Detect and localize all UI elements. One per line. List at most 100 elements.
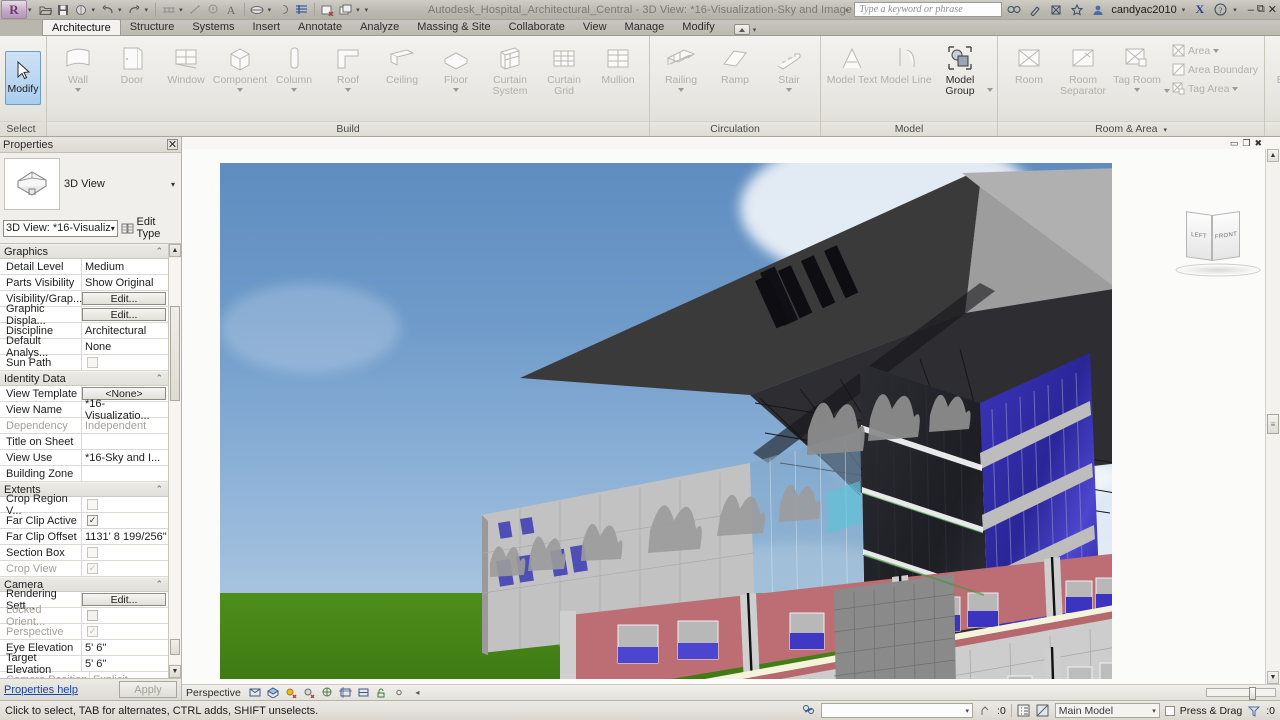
detail-level-icon[interactable] [249, 686, 262, 699]
tab-systems[interactable]: Systems [183, 19, 243, 35]
property-value[interactable]: Medium [82, 259, 168, 274]
column-dropdown-caret-icon[interactable] [291, 88, 297, 92]
measure-icon[interactable] [160, 1, 177, 18]
reveal-hidden-elements-icon[interactable]: ◂ [411, 686, 424, 699]
property-row-title-on-sheet[interactable]: Title on Sheet [0, 434, 168, 450]
editable-only-icon[interactable] [978, 704, 992, 718]
tab-structure[interactable]: Structure [121, 19, 184, 35]
model-line-button[interactable]: Model Line [879, 39, 933, 86]
properties-help-link[interactable]: Properties help [4, 684, 78, 696]
text-icon[interactable]: A [223, 1, 240, 18]
wall-dropdown-caret-icon[interactable] [75, 88, 81, 92]
restore-window-button[interactable]: ⧉ [1257, 3, 1265, 16]
view-cube[interactable]: LEFT FRONT [1172, 197, 1262, 283]
ribbon-minimize-caret-icon[interactable]: ▾ [753, 26, 757, 34]
visibility-graphics-edit-button[interactable]: Edit... [82, 292, 166, 305]
property-row-far-clip-offset[interactable]: Far Clip Offset 1131' 8 199/256" [0, 529, 168, 545]
restore-view-icon[interactable]: ❐ [1242, 138, 1250, 148]
help-menu-caret-icon[interactable]: ▾ [1233, 6, 1237, 14]
3d-view-dropdown-caret-icon[interactable]: ▾ [268, 6, 272, 14]
property-row-crop-region-visible[interactable]: Crop Region V... [0, 493, 168, 517]
model-group-dropdown-caret-icon[interactable] [987, 88, 993, 92]
scroll-down-icon[interactable]: ▼ [169, 665, 181, 678]
properties-scrollbar[interactable]: ▲ ▼ [168, 244, 181, 678]
tag-room-button[interactable]: Tag Room [1110, 39, 1164, 92]
model-group-button[interactable]: Model Group [933, 39, 987, 97]
sun-path-checkbox[interactable] [87, 357, 98, 368]
panel-label-room-and-area[interactable]: Room & Area ▾ [998, 121, 1265, 136]
user-menu-caret-icon[interactable]: ▾ [1182, 6, 1186, 14]
tab-massing-and-site[interactable]: Massing & Site [408, 19, 499, 35]
rendering-dialog-icon[interactable] [321, 686, 334, 699]
property-value[interactable]: None [82, 339, 168, 354]
ramp-button[interactable]: Ramp [708, 39, 762, 86]
mullion-button[interactable]: Mullion [591, 39, 645, 86]
view-canvas[interactable]: LEFT FRONT ▲ ≡ ▼ [182, 149, 1280, 684]
column-button[interactable]: Column [267, 39, 321, 92]
tag-icon[interactable] [205, 1, 222, 18]
graphic-display-edit-button[interactable]: Edit... [82, 308, 166, 321]
user-name[interactable]: candyac2010 [1109, 4, 1178, 16]
component-dropdown-caret-icon[interactable] [237, 88, 243, 92]
switch-windows-icon[interactable] [337, 1, 354, 18]
user-avatar-icon[interactable] [1088, 1, 1107, 18]
thin-lines-icon[interactable] [293, 1, 310, 18]
stair-button[interactable]: Stair [762, 39, 816, 92]
collapse-icon[interactable]: ⌃ [155, 579, 168, 590]
property-row-target-elevation[interactable]: Target Elevation 5' 6" [0, 652, 168, 676]
by-face-button[interactable]: By Face [1269, 39, 1280, 86]
curtain-grid-button[interactable]: Curtain Grid [537, 39, 591, 97]
save-icon[interactable] [55, 1, 72, 18]
properties-type-selector[interactable]: 3D View ▾ [0, 153, 181, 215]
roof-dropdown-caret-icon[interactable] [345, 88, 351, 92]
instance-selector-combo[interactable]: 3D View: *16-Visualiz ▾ [3, 219, 118, 237]
property-row-view-use[interactable]: View Use *16-Sky and I... [0, 450, 168, 466]
view-cube-compass-ring[interactable] [1174, 263, 1262, 277]
hospital-building-model[interactable] [220, 163, 1112, 679]
view-scroll-grip[interactable] [1249, 687, 1256, 700]
switch-windows-caret-icon[interactable]: ▾ [356, 6, 360, 14]
tab-architecture[interactable]: Architecture [42, 19, 121, 35]
property-value[interactable]: *16-Visualizatio... [82, 398, 168, 422]
collapse-icon[interactable]: ⌃ [155, 373, 168, 384]
redo-dropdown-caret-icon[interactable]: ▾ [145, 6, 149, 14]
rendered-3d-view[interactable] [220, 163, 1112, 679]
infocenter-expand-caret-icon[interactable]: ▸ [846, 6, 850, 14]
tab-collaborate[interactable]: Collaborate [500, 19, 574, 35]
tab-view[interactable]: View [574, 19, 616, 35]
close-view-icon[interactable]: ✖ [1254, 138, 1262, 148]
view-scale-label[interactable]: Perspective [186, 687, 241, 699]
close-hidden-windows-icon[interactable] [319, 1, 336, 18]
property-value[interactable]: Show Original [82, 275, 168, 290]
curtain-system-button[interactable]: Curtain System [483, 39, 537, 97]
shadows-icon[interactable] [303, 686, 316, 699]
property-row-building-zone[interactable]: Building Zone [0, 466, 168, 482]
collapse-icon[interactable]: ⌃ [155, 246, 168, 257]
property-value[interactable]: 1131' 8 199/256" [82, 529, 168, 544]
tab-insert[interactable]: Insert [244, 19, 290, 35]
railing-button[interactable]: Railing [654, 39, 708, 92]
minimize-view-icon[interactable]: ▭ [1230, 138, 1239, 148]
area-boundary-button[interactable]: Area Boundary [1170, 60, 1260, 79]
model-text-button[interactable]: Model Text [825, 39, 879, 86]
measure-dropdown-caret-icon[interactable]: ▾ [179, 6, 183, 14]
view-cube-left-face[interactable]: LEFT [1186, 211, 1212, 261]
window-button[interactable]: Window [159, 39, 213, 86]
component-button[interactable]: Component [213, 39, 267, 92]
property-row-section-box[interactable]: Section Box [0, 545, 168, 561]
door-button[interactable]: Door [105, 39, 159, 86]
press-and-drag-checkbox[interactable] [1164, 705, 1175, 716]
temporary-hide-isolate-icon[interactable] [393, 686, 406, 699]
search-input[interactable]: Type a keyword or phrase [854, 2, 1003, 17]
crop-region-visible-checkbox[interactable] [87, 499, 98, 510]
tag-room-dropdown-caret-icon[interactable] [1134, 88, 1140, 92]
help-icon[interactable]: ? [1211, 1, 1230, 18]
scroll-up-icon[interactable]: ▲ [169, 244, 181, 257]
floor-button[interactable]: Floor [429, 39, 483, 92]
scroll-down-icon[interactable]: ▼ [1267, 671, 1279, 684]
modify-button[interactable]: Modify [2, 40, 44, 116]
redo-icon[interactable] [126, 1, 143, 18]
crop-view-icon[interactable] [338, 686, 352, 699]
undo-icon[interactable] [99, 1, 116, 18]
unlock-3d-view-icon[interactable] [375, 686, 388, 699]
